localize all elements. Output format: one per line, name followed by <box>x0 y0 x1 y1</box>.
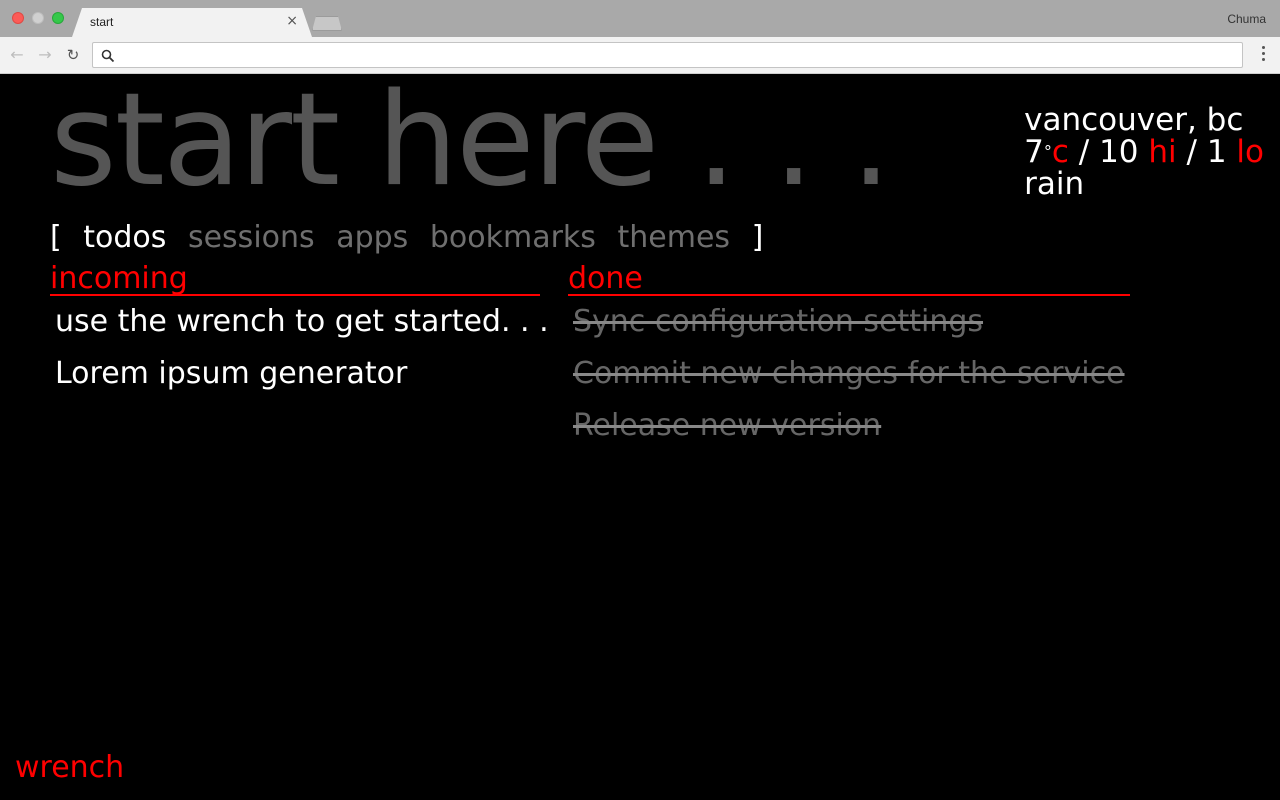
open-bracket: [ <box>50 220 62 255</box>
reload-icon[interactable]: ↻ <box>63 45 83 65</box>
address-bar[interactable] <box>92 42 1243 68</box>
browser-tab[interactable]: start × <box>72 8 312 37</box>
section-tabs: [ todos sessions apps bookmarks themes ] <box>50 220 775 255</box>
tab-themes[interactable]: themes <box>617 220 730 255</box>
address-input[interactable] <box>121 45 1231 65</box>
tab-title: start <box>90 15 114 29</box>
weather-hi-label: hi <box>1148 134 1177 170</box>
weather-temp-value: 7 <box>1024 134 1044 170</box>
done-list: done Sync configuration settings Commit … <box>568 264 1130 452</box>
forward-arrow-icon[interactable]: → <box>35 45 55 65</box>
incoming-heading: incoming <box>50 264 540 296</box>
browser-menu-icon[interactable] <box>1262 46 1266 64</box>
weather-separator: / <box>1068 134 1100 170</box>
profile-name[interactable]: Chuma <box>1227 12 1266 26</box>
minimize-window-button[interactable] <box>32 12 44 24</box>
page-title: start here . . . <box>50 66 891 215</box>
weather-unit: c <box>1051 134 1069 170</box>
tab-apps[interactable]: apps <box>336 220 408 255</box>
done-heading: done <box>568 264 1130 296</box>
maximize-window-button[interactable] <box>52 12 64 24</box>
close-tab-icon[interactable]: × <box>286 13 298 29</box>
wrench-link[interactable]: wrench <box>15 750 124 785</box>
start-page: start here . . . vancouver, bc 7°c / 10 … <box>0 66 1280 800</box>
weather-condition: rain <box>1024 166 1085 202</box>
search-icon <box>101 49 115 63</box>
weather-separator: / <box>1176 134 1207 170</box>
todo-item[interactable]: Lorem ipsum generator <box>50 348 540 400</box>
weather-temps: 7°c / 10 hi / 1 lo <box>1024 136 1264 168</box>
browser-titlebar: start × Chuma <box>0 0 1280 37</box>
back-arrow-icon[interactable]: ← <box>7 45 27 65</box>
tab-todos[interactable]: todos <box>83 220 166 255</box>
weather-location: vancouver, bc <box>1024 102 1244 138</box>
done-item[interactable]: Sync configuration settings <box>568 296 1130 348</box>
todo-item[interactable]: use the wrench to get started. . . <box>50 296 549 348</box>
weather-degree: ° <box>1043 142 1052 161</box>
weather-widget: vancouver, bc 7°c / 10 hi / 1 lo rain <box>1024 104 1264 200</box>
close-bracket: ] <box>751 220 764 255</box>
new-tab-button[interactable] <box>312 16 342 31</box>
tab-sessions[interactable]: sessions <box>188 220 315 255</box>
done-item[interactable]: Release new version <box>568 400 1130 452</box>
incoming-list: incoming use the wrench to get started. … <box>50 264 549 400</box>
tab-bookmarks[interactable]: bookmarks <box>430 220 596 255</box>
close-window-button[interactable] <box>12 12 24 24</box>
weather-hi-value: 10 <box>1099 134 1139 170</box>
done-item[interactable]: Commit new changes for the service <box>568 348 1130 400</box>
weather-lo-label: lo <box>1236 134 1264 170</box>
weather-lo-value: 1 <box>1206 134 1227 170</box>
